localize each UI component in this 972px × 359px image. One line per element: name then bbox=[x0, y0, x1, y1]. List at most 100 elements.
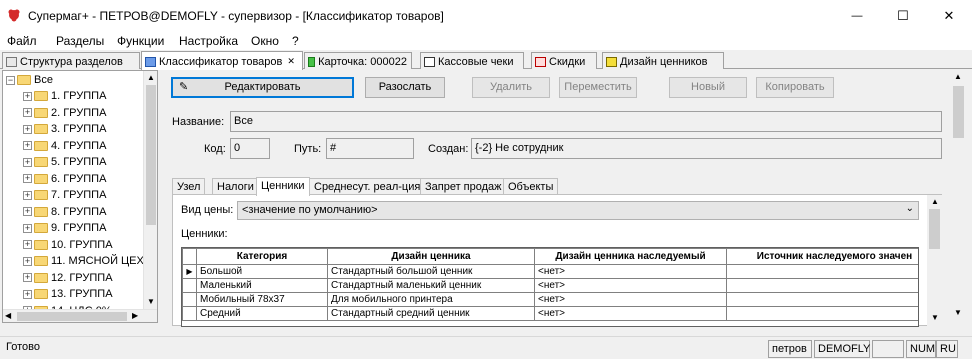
tree-item[interactable]: +13. ГРУППА bbox=[23, 286, 113, 302]
tab-sections-structure[interactable]: Структура разделов bbox=[2, 52, 140, 69]
tree-item[interactable]: +2. ГРУППА bbox=[23, 105, 106, 121]
expand-icon[interactable]: + bbox=[23, 223, 32, 233]
table-cell[interactable]: Средний bbox=[196, 306, 328, 321]
delete-button[interactable]: Удалить bbox=[472, 77, 550, 98]
tree-vertical-scrollbar[interactable]: ▲ ▼ bbox=[143, 71, 157, 309]
tree-horizontal-scrollbar[interactable]: ◀ ▶ bbox=[3, 309, 157, 322]
code-field[interactable]: 0 bbox=[230, 138, 270, 159]
tree-item[interactable]: +3. ГРУППА bbox=[23, 121, 106, 137]
scroll-up-icon[interactable]: ▲ bbox=[931, 197, 939, 206]
tree-item[interactable]: +7. ГРУППА bbox=[23, 187, 106, 203]
table-cell[interactable]: Для мобильного принтера bbox=[327, 292, 535, 307]
maximize-button[interactable]: ☐ bbox=[880, 0, 926, 31]
scroll-up-icon[interactable]: ▲ bbox=[954, 72, 962, 81]
column-header[interactable]: Дизайн ценника bbox=[327, 248, 535, 265]
tab-labels[interactable]: Ценники bbox=[256, 177, 310, 196]
column-header[interactable]: Категория bbox=[196, 248, 328, 265]
minimize-button[interactable]: — bbox=[834, 0, 880, 31]
tab-avg-sales[interactable]: Среднесут. реал-ция bbox=[309, 178, 426, 195]
tab-card[interactable]: Карточка: 000022 bbox=[304, 52, 412, 69]
table-cell[interactable]: Стандартный большой ценник bbox=[327, 264, 535, 279]
expand-icon[interactable]: + bbox=[23, 240, 32, 249]
tab-objects[interactable]: Объекты bbox=[503, 178, 559, 195]
table-cell[interactable]: <нет> bbox=[534, 264, 727, 279]
expand-icon[interactable]: + bbox=[23, 273, 32, 282]
tree-item[interactable]: +10. ГРУППА bbox=[23, 237, 113, 253]
expand-icon[interactable]: + bbox=[23, 289, 32, 299]
classifier-tree[interactable]: − Все +1. ГРУППА +2. ГРУППА +3. ГРУППА +4. … bbox=[2, 70, 158, 323]
scroll-down-icon[interactable]: ▼ bbox=[931, 313, 939, 322]
path-field[interactable]: # bbox=[326, 138, 414, 159]
scroll-thumb[interactable] bbox=[953, 86, 964, 138]
table-cell[interactable]: Стандартный маленький ценник bbox=[327, 278, 535, 293]
table-cell[interactable] bbox=[726, 264, 918, 279]
column-header[interactable]: Источник наследуемого значен bbox=[726, 248, 918, 265]
created-field[interactable]: {-2} Не сотрудник bbox=[471, 138, 942, 159]
tree-item[interactable]: +6. ГРУППА bbox=[23, 171, 106, 187]
close-button[interactable]: ✕ bbox=[926, 0, 972, 31]
tab-node[interactable]: Узел bbox=[172, 178, 206, 195]
scroll-up-icon[interactable]: ▲ bbox=[147, 73, 155, 82]
tab-sales-ban[interactable]: Запрет продаж bbox=[420, 178, 507, 195]
menu-functions[interactable]: Функции bbox=[117, 34, 164, 48]
tab-close-icon[interactable]: ✕ bbox=[287, 56, 295, 67]
tree-item[interactable]: +1. ГРУППА bbox=[23, 88, 106, 104]
tree-item[interactable]: +9. ГРУППА bbox=[23, 220, 106, 236]
collapse-icon[interactable]: − bbox=[6, 75, 15, 85]
price-type-select[interactable]: <значение по умолчанию> ⌄ bbox=[237, 201, 919, 220]
table-cell[interactable] bbox=[726, 278, 918, 293]
table-cell[interactable]: Мобильный 78x37 bbox=[196, 292, 328, 307]
tree-item[interactable]: +5. ГРУППА bbox=[23, 154, 106, 170]
tab-taxes[interactable]: Налоги bbox=[212, 178, 259, 195]
scroll-right-icon[interactable]: ▶ bbox=[132, 311, 138, 320]
panel-vertical-scrollbar[interactable]: ▲ ▼ bbox=[927, 195, 942, 326]
scroll-thumb[interactable] bbox=[929, 209, 940, 249]
menu-window[interactable]: Окно bbox=[251, 34, 279, 48]
scroll-down-icon[interactable]: ▼ bbox=[147, 297, 155, 306]
expand-icon[interactable]: + bbox=[23, 190, 32, 200]
menu-sections[interactable]: Разделы bbox=[56, 34, 104, 48]
edit-button[interactable]: ✎ Редактировать bbox=[171, 77, 354, 98]
tree-item[interactable]: +4. ГРУППА bbox=[23, 138, 106, 154]
tab-discounts[interactable]: Скидки bbox=[531, 52, 597, 69]
scroll-thumb[interactable] bbox=[17, 312, 127, 321]
table-cell[interactable] bbox=[726, 306, 918, 321]
table-row[interactable]: Средний Стандартный средний ценник <нет> bbox=[182, 306, 918, 321]
table-cell[interactable]: <нет> bbox=[534, 292, 727, 307]
labels-grid[interactable]: Категория Дизайн ценника Дизайн ценника … bbox=[181, 247, 919, 327]
menu-settings[interactable]: Настройка bbox=[179, 34, 238, 48]
main-vertical-scrollbar[interactable]: ▲ ▼ bbox=[950, 70, 967, 323]
expand-icon[interactable]: + bbox=[23, 157, 32, 167]
tree-item[interactable]: +12. ГРУППА bbox=[23, 270, 113, 286]
tab-label-design[interactable]: Дизайн ценников bbox=[602, 52, 724, 69]
expand-icon[interactable]: + bbox=[23, 256, 32, 266]
name-field[interactable]: Все bbox=[230, 111, 942, 132]
tree-item[interactable]: +11. МЯСНОЙ ЦЕХ bbox=[23, 253, 144, 269]
menu-help[interactable]: ? bbox=[292, 34, 299, 48]
scroll-down-icon[interactable]: ▼ bbox=[954, 308, 962, 317]
table-row[interactable]: Маленький Стандартный маленький ценник <не… bbox=[182, 278, 918, 293]
tab-product-classifier[interactable]: Классификатор товаров ✕ bbox=[141, 51, 303, 70]
expand-icon[interactable]: + bbox=[23, 108, 32, 117]
table-cell[interactable]: <нет> bbox=[534, 278, 727, 293]
copy-button[interactable]: Копировать bbox=[756, 77, 834, 98]
expand-icon[interactable]: + bbox=[23, 141, 32, 150]
new-button[interactable]: Новый bbox=[669, 77, 747, 98]
tree-root[interactable]: − Все bbox=[6, 72, 53, 88]
table-cell[interactable]: <нет> bbox=[534, 306, 727, 321]
scroll-left-icon[interactable]: ◀ bbox=[5, 311, 11, 320]
expand-icon[interactable]: + bbox=[23, 174, 32, 183]
table-cell[interactable] bbox=[726, 292, 918, 307]
table-row[interactable]: Мобильный 78x37 Для мобильного принтера <н… bbox=[182, 292, 918, 307]
table-row[interactable]: ▶ Большой Стандартный большой ценник <нет> bbox=[182, 264, 918, 279]
expand-icon[interactable]: + bbox=[23, 124, 32, 134]
table-cell[interactable]: Большой bbox=[196, 264, 328, 279]
chevron-down-icon[interactable]: ⌄ bbox=[906, 203, 914, 214]
expand-icon[interactable]: + bbox=[23, 207, 32, 216]
expand-icon[interactable]: + bbox=[23, 91, 32, 101]
move-button[interactable]: Переместить bbox=[559, 77, 637, 98]
send-button[interactable]: Разослать bbox=[365, 77, 445, 98]
menu-file[interactable]: Файл bbox=[7, 34, 37, 48]
tab-receipts[interactable]: Кассовые чеки bbox=[420, 52, 524, 69]
scroll-thumb[interactable] bbox=[146, 85, 156, 225]
